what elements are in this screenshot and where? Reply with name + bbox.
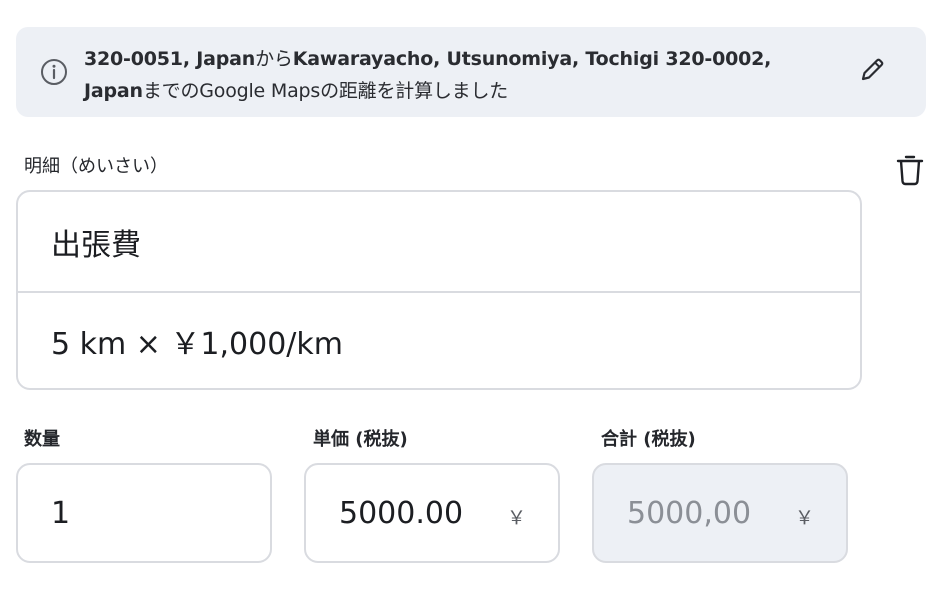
total-field: ￥ — [592, 463, 848, 563]
info-icon — [40, 58, 68, 86]
unit-price-field: ￥ — [304, 463, 560, 563]
info-from-text: から — [255, 48, 293, 70]
item-description-label: 明細（めいさい） — [24, 156, 168, 177]
item-detail-input[interactable] — [18, 292, 860, 388]
info-suffix-text: までのGoogle Mapsの距離を計算しました — [142, 80, 509, 102]
yen-currency-symbol: ￥ — [795, 507, 815, 529]
yen-currency-symbol: ￥ — [507, 507, 527, 529]
pencil-icon — [857, 55, 887, 89]
item-title-input[interactable] — [18, 192, 860, 292]
origin-address: 320-0051, Japan — [84, 48, 256, 70]
delete-item-button[interactable] — [893, 154, 927, 190]
trash-icon — [895, 153, 925, 191]
quantity-input[interactable] — [18, 465, 270, 561]
line-item-editor: 320-0051, JapanからKawarayacho, Utsunomiya… — [0, 0, 936, 596]
item-description-group — [16, 190, 862, 390]
quantity-label: 数量 — [24, 429, 60, 450]
edit-route-button[interactable] — [852, 52, 892, 92]
unit-price-label: 単価 (税抜) — [313, 429, 408, 450]
quantity-field — [16, 463, 272, 563]
info-message: 320-0051, JapanからKawarayacho, Utsunomiya… — [84, 43, 824, 107]
total-label: 合計 (税抜) — [601, 429, 696, 450]
